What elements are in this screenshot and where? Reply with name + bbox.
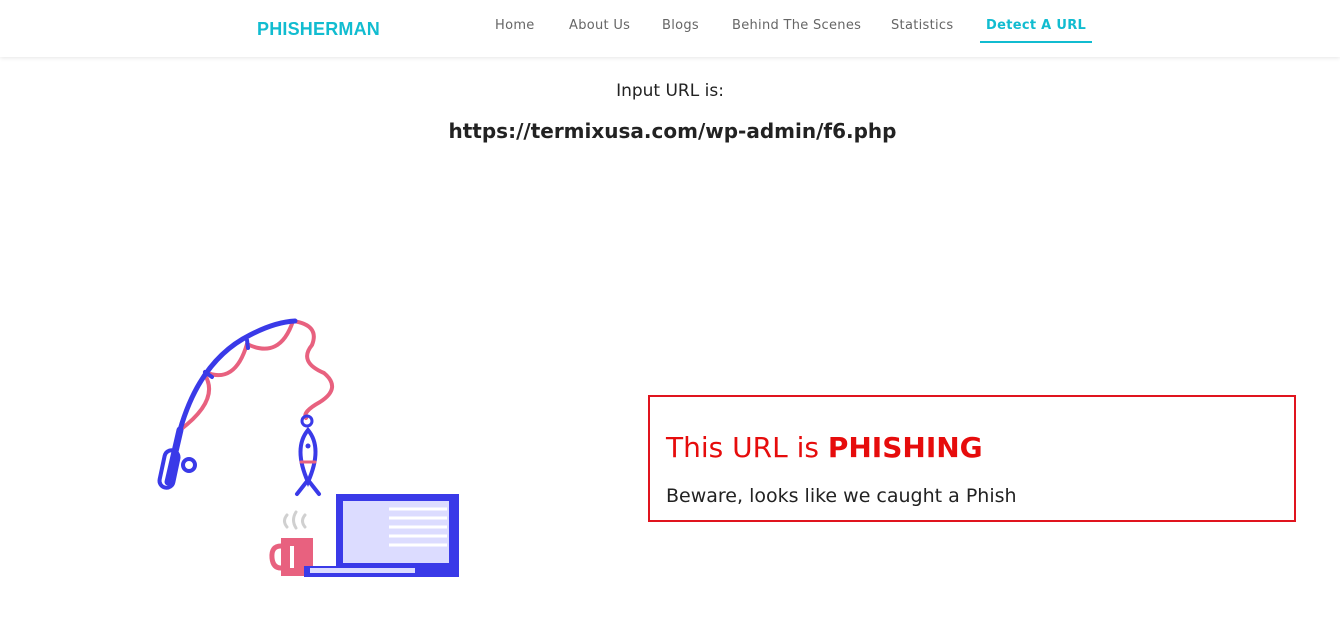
hook bbox=[300, 414, 314, 428]
result-title: This URL is PHISHING bbox=[666, 431, 983, 464]
fish-tail bbox=[295, 478, 321, 496]
nav-behind-the-scenes[interactable]: Behind The Scenes bbox=[732, 18, 861, 33]
input-url-label: Input URL is: bbox=[616, 81, 724, 101]
fishing-illustration bbox=[150, 310, 470, 590]
result-panel: This URL is PHISHING Beware, looks like … bbox=[648, 395, 1296, 522]
result-title-prefix: This URL is bbox=[666, 431, 828, 464]
fishing-rod-laptop-icon bbox=[157, 318, 459, 577]
brand-logo[interactable]: PHISHERMAN bbox=[257, 19, 380, 40]
mug-handle bbox=[269, 543, 282, 571]
rod-reel bbox=[181, 457, 197, 473]
nav-about-us[interactable]: About Us bbox=[569, 18, 630, 33]
nav-statistics[interactable]: Statistics bbox=[891, 18, 953, 33]
top-navbar: PHISHERMAN Home About Us Blogs Behind Th… bbox=[0, 0, 1340, 57]
hanging-line bbox=[291, 319, 334, 420]
result-verdict: PHISHING bbox=[827, 431, 983, 464]
nav-blogs[interactable]: Blogs bbox=[662, 18, 699, 33]
nav-detect-a-url[interactable]: Detect A URL bbox=[980, 18, 1093, 43]
input-url-value: https://termixusa.com/wp-admin/f6.php bbox=[448, 119, 897, 143]
fish-body bbox=[298, 426, 318, 487]
result-subtitle: Beware, looks like we caught a Phish bbox=[666, 485, 1017, 507]
nav-home[interactable]: Home bbox=[495, 18, 535, 33]
